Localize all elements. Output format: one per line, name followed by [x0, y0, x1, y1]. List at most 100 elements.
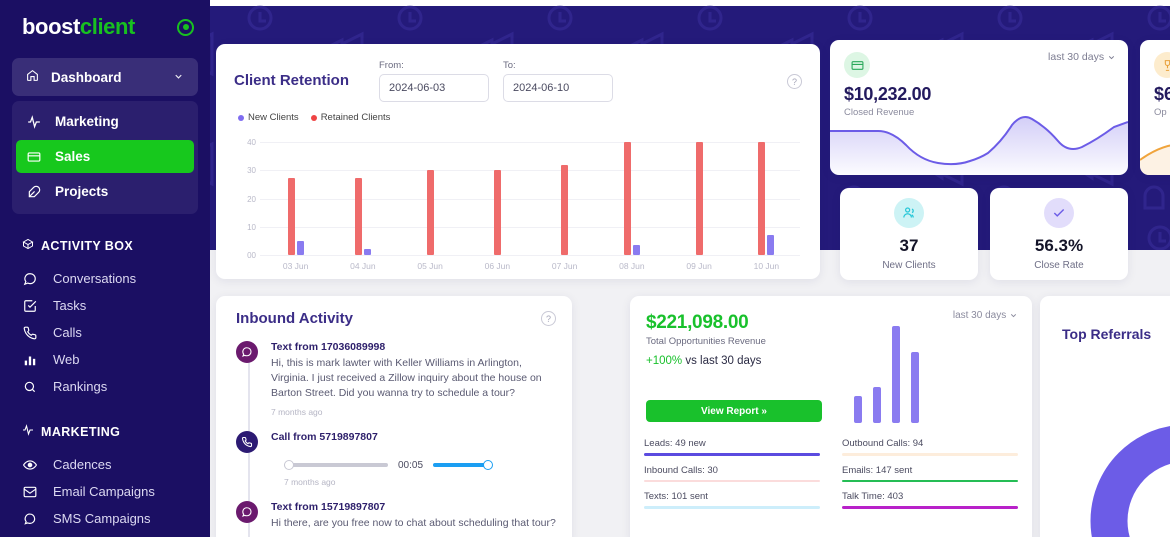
chart-bars — [262, 131, 800, 255]
audio-volume-slider[interactable] — [433, 460, 494, 471]
chart-x-tick: 03 Jun — [282, 261, 309, 271]
legend-new-clients: New Clients — [238, 112, 299, 123]
sidebar-item-email-campaigns[interactable]: Email Campaigns — [0, 478, 210, 505]
chart-bar-retained[interactable] — [354, 177, 362, 255]
chart-bar-retained[interactable] — [695, 142, 703, 255]
list-item-title: Call from 5719897807 — [271, 430, 378, 443]
chart-bar-group — [666, 131, 733, 255]
audio-progress-slider[interactable] — [284, 460, 388, 471]
question-mark-icon[interactable]: ? — [787, 74, 802, 89]
list-item-time: 7 months ago — [284, 476, 336, 487]
sidebar-item-email-campaigns-label: Email Campaigns — [53, 484, 155, 499]
sidebar-item-calls[interactable]: Calls — [0, 319, 210, 346]
chart-bar-group — [531, 131, 598, 255]
chart-bar-retained[interactable] — [623, 142, 631, 255]
partial-card-area-chart — [1140, 144, 1170, 175]
opportunities-bar[interactable] — [892, 326, 900, 423]
check-square-icon — [22, 299, 38, 313]
chart-x-tick: 05 Jun — [417, 261, 443, 271]
brand-name-first: boost — [22, 14, 80, 39]
message-bubble-icon — [236, 341, 258, 363]
sidebar-item-sales[interactable]: Sales — [16, 140, 194, 173]
sidebar-item-marketing-label: Marketing — [55, 114, 119, 129]
sidebar-item-tasks[interactable]: Tasks — [0, 292, 210, 319]
sidebar-item-rankings[interactable]: Rankings — [0, 373, 210, 400]
sidebar-item-projects[interactable]: Projects — [16, 175, 194, 208]
chart-bar-new[interactable] — [363, 249, 371, 255]
metric-bar — [842, 506, 1018, 509]
sidebar-item-dashboard[interactable]: Dashboard — [12, 58, 198, 96]
chevron-down-icon[interactable] — [173, 70, 184, 85]
question-mark-icon[interactable]: ? — [541, 311, 556, 326]
phone-icon — [22, 326, 38, 340]
section-marketing-label: MARKETING — [41, 424, 121, 439]
opportunities-period-selector[interactable]: last 30 days — [953, 310, 1018, 321]
view-report-button[interactable]: View Report » — [646, 400, 822, 422]
opportunities-metrics: Leads: 49 new Inbound Calls: 30 Texts: 101… — [644, 438, 1018, 518]
metric-label: Outbound Calls: 94 — [842, 438, 924, 449]
date-range-group: From: To: — [379, 60, 613, 102]
date-to-label: To: — [503, 60, 516, 71]
metric-label: Emails: 147 sent — [842, 464, 913, 476]
sidebar-item-conversations[interactable]: Conversations — [0, 265, 210, 292]
eye-icon — [22, 458, 38, 472]
list-item-text: Hi, this is mark lawter with Keller Will… — [271, 357, 542, 400]
trophy-icon — [1154, 52, 1170, 78]
list-item[interactable]: Text from 15719897807 Hi there, are you … — [236, 500, 558, 537]
chart-bar-new[interactable] — [632, 245, 640, 255]
chart-bar-retained[interactable] — [758, 142, 766, 255]
audio-progress-knob[interactable] — [284, 460, 294, 471]
chart-bar-retained[interactable] — [287, 177, 295, 255]
audio-player[interactable]: 00:05 — [284, 460, 558, 471]
sidebar-item-tasks-label: Tasks — [53, 298, 87, 313]
feather-icon — [26, 185, 42, 199]
chart-x-labels: 03 Jun 04 Jun 05 Jun 06 Jun 07 Jun 08 Jun 09 J… — [262, 261, 800, 271]
revenue-period-selector[interactable]: last 30 days — [1048, 51, 1116, 63]
message-icon — [22, 512, 38, 526]
metric-label: Talk Time: 403 — [842, 491, 904, 502]
sidebar-item-sms-campaigns-label: SMS Campaigns — [53, 511, 151, 526]
audio-volume-knob[interactable] — [483, 460, 494, 471]
partial-card-amount: $6 — [1154, 84, 1170, 104]
opportunities-bar[interactable] — [911, 351, 919, 423]
chart-bar-group — [733, 131, 800, 255]
new-clients-label: New Clients — [882, 259, 936, 271]
opportunities-delta: +100% vs last 30 days — [646, 355, 1032, 367]
sidebar-item-projects-label: Projects — [55, 184, 109, 199]
chat-bubble-icon — [22, 272, 38, 286]
chart-x-tick: 06 Jun — [484, 261, 511, 271]
metrics-left-column: Leads: 49 new Inbound Calls: 30 Texts: 101… — [644, 438, 820, 518]
nav-dashboard-group: Dashboard — [12, 58, 198, 96]
chart-bar-new[interactable] — [296, 240, 304, 255]
sidebar-item-social-automation[interactable]: Social Automation — [0, 532, 210, 537]
opportunities-bar[interactable] — [873, 387, 881, 423]
sidebar-item-web-label: Web — [53, 352, 80, 367]
sidebar-item-sales-label: Sales — [55, 149, 91, 164]
sidebar-item-dashboard-label: Dashboard — [51, 69, 122, 85]
sidebar-item-marketing[interactable]: Marketing — [16, 105, 194, 138]
list-item-body: Text from 15719897807 Hi there, are you … — [271, 501, 558, 537]
opportunities-bar[interactable] — [854, 395, 862, 423]
brand-logo[interactable]: boostclient — [0, 0, 210, 58]
date-to-input[interactable] — [503, 74, 613, 102]
metric-item: Inbound Calls: 30 — [644, 465, 820, 482]
chart-bar-new[interactable] — [767, 235, 775, 255]
total-opportunities-card: last 30 days $221,098.00 Total Opportuni… — [630, 296, 1032, 537]
chart-bar-retained[interactable] — [426, 170, 434, 255]
list-item[interactable]: Text from 17036089998 Hi, this is mark l… — [236, 341, 558, 417]
chart-bar-retained[interactable] — [561, 164, 569, 255]
sidebar-item-cadences[interactable]: Cadences — [0, 451, 210, 478]
opportunities-label: Total Opportunities Revenue — [646, 336, 766, 347]
list-item[interactable]: Call from 5719897807 — [236, 430, 558, 453]
sidebar-item-sms-campaigns[interactable]: SMS Campaigns — [0, 505, 210, 532]
sidebar-item-conversations-label: Conversations — [53, 271, 137, 286]
sidebar-item-web[interactable]: Web — [0, 346, 210, 373]
chart-x-tick: 07 Jun — [551, 261, 578, 271]
target-dot-icon[interactable] — [177, 18, 194, 36]
box-icon — [22, 238, 34, 253]
opportunities-bar-chart — [854, 318, 934, 423]
section-activity-box: ACTIVITY BOX — [0, 238, 210, 253]
chart-bar-retained[interactable] — [493, 170, 501, 255]
date-from-input[interactable] — [379, 74, 489, 102]
chart-y-tick: 10 — [247, 222, 256, 232]
